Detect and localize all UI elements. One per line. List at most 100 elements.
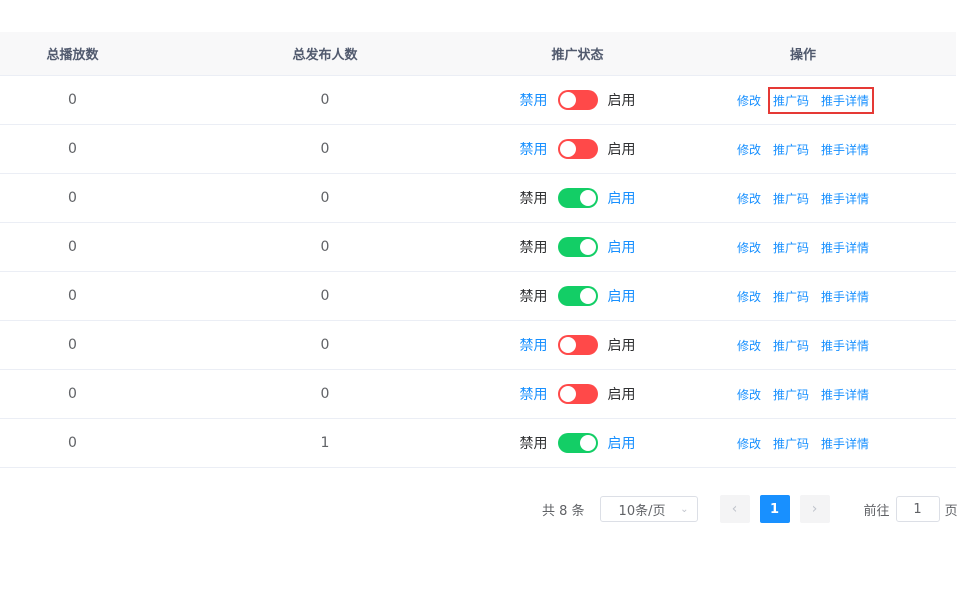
cell-actions: 修改 推广码 推手详情 (650, 222, 956, 272)
action-links: 修改 推广码 推手详情 (737, 337, 869, 354)
page-size-value: 10条/页 (618, 503, 666, 519)
status-switch[interactable] (557, 90, 598, 110)
table-row: 0 0 禁用 启用 修改 推广码 推手详情 (0, 75, 956, 125)
action-links: 修改 推广码 推手详情 (737, 141, 869, 158)
highlight-box: 推广码 推手详情 (767, 86, 875, 114)
cell-promotion-status: 禁用 启用 (505, 173, 650, 223)
page-number-button[interactable]: 1 (759, 495, 790, 523)
status-switch[interactable] (557, 335, 598, 355)
status-disable-label: 禁用 (519, 142, 548, 158)
cell-actions: 修改 推广码 推手详情 (650, 75, 956, 125)
total-count: 共 8 条 (542, 503, 585, 519)
promo-code-link[interactable]: 推广码 (773, 141, 809, 158)
next-page-button[interactable]: › (799, 495, 830, 523)
chevron-right-icon: › (811, 501, 818, 517)
edit-link[interactable]: 修改 (737, 141, 761, 158)
edit-link[interactable]: 修改 (737, 435, 761, 452)
edit-link[interactable]: 修改 (737, 386, 761, 403)
table-body: 0 0 禁用 启用 修改 推广码 推手详情 0 0 禁用 启用 修改 推广码 推手详情 0 0 禁用 启用 修改 推广… (0, 75, 956, 468)
status-switch[interactable] (557, 139, 598, 159)
cell-total-plays: 0 (0, 271, 145, 321)
promo-code-link[interactable]: 推广码 (773, 386, 809, 403)
promotion-table: 总播放数 总发布人数 推广状态 操作 0 0 禁用 启用 修改 推广码 推手详情 0 0 禁用 启用… (0, 32, 956, 468)
switch-knob (559, 141, 576, 157)
status-toggle-group: 禁用 启用 (520, 433, 636, 453)
promo-code-link[interactable]: 推广码 (773, 337, 809, 354)
promoter-detail-link[interactable]: 推手详情 (821, 386, 869, 403)
cell-total-plays: 0 (0, 124, 145, 174)
status-switch[interactable] (557, 286, 598, 306)
promo-code-link[interactable]: 推广码 (773, 190, 809, 207)
promoter-detail-link[interactable]: 推手详情 (821, 141, 869, 158)
cell-promotion-status: 禁用 启用 (505, 75, 650, 125)
prev-page-button[interactable]: ‹ (719, 495, 750, 523)
status-enable-label: 启用 (607, 191, 636, 207)
promo-code-link[interactable]: 推广码 (773, 435, 809, 452)
promoter-detail-link[interactable]: 推手详情 (821, 239, 869, 256)
cell-total-plays: 0 (0, 418, 145, 468)
cell-total-publishers: 0 (145, 320, 505, 370)
action-links: 修改 推广码 推手详情 (737, 288, 869, 305)
cell-total-publishers: 0 (145, 75, 505, 125)
edit-link[interactable]: 修改 (737, 239, 761, 256)
promo-code-link[interactable]: 推广码 (773, 239, 809, 256)
table-row: 0 0 禁用 启用 修改 推广码 推手详情 (0, 173, 956, 223)
status-disable-label: 禁用 (519, 338, 548, 354)
status-enable-label: 启用 (607, 289, 636, 305)
cell-promotion-status: 禁用 启用 (505, 271, 650, 321)
table-row: 0 0 禁用 启用 修改 推广码 推手详情 (0, 124, 956, 174)
cell-actions: 修改 推广码 推手详情 (650, 271, 956, 321)
table-row: 0 0 禁用 启用 修改 推广码 推手详情 (0, 320, 956, 370)
switch-knob (579, 190, 596, 206)
status-disable-label: 禁用 (519, 436, 548, 452)
switch-knob (579, 435, 596, 451)
status-disable-label: 禁用 (519, 289, 548, 305)
switch-knob (559, 386, 576, 402)
status-toggle-group: 禁用 启用 (520, 188, 636, 208)
status-toggle-group: 禁用 启用 (520, 335, 636, 355)
page: 总播放数 总发布人数 推广状态 操作 0 0 禁用 启用 修改 推广码 推手详情 0 0 禁用 启用… (0, 0, 974, 590)
promoter-detail-link[interactable]: 推手详情 (821, 435, 869, 452)
promo-code-link[interactable]: 推广码 (773, 288, 809, 305)
edit-link[interactable]: 修改 (737, 288, 761, 305)
cell-promotion-status: 禁用 启用 (505, 222, 650, 272)
promoter-detail-link[interactable]: 推手详情 (821, 288, 869, 305)
status-toggle-group: 禁用 启用 (520, 286, 636, 306)
switch-knob (559, 92, 576, 108)
edit-link[interactable]: 修改 (737, 337, 761, 354)
cell-total-publishers: 0 (145, 173, 505, 223)
cell-promotion-status: 禁用 启用 (505, 320, 650, 370)
action-links: 修改 推广码 推手详情 (737, 386, 869, 403)
page-unit-label: 页 (944, 503, 958, 519)
edit-link[interactable]: 修改 (737, 190, 761, 207)
edit-link[interactable]: 修改 (737, 92, 761, 109)
promoter-detail-link[interactable]: 推手详情 (821, 337, 869, 354)
switch-knob (579, 239, 596, 255)
pagination: 共 8 条 10条/页 ⌄ ‹ 1 › 前往 页 (542, 495, 958, 523)
status-switch[interactable] (557, 237, 598, 257)
status-toggle-group: 禁用 启用 (520, 139, 636, 159)
cell-total-publishers: 0 (145, 271, 505, 321)
status-switch[interactable] (557, 384, 598, 404)
table-header-row: 总播放数 总发布人数 推广状态 操作 (0, 32, 956, 76)
header-total-plays: 总播放数 (0, 32, 145, 76)
cell-actions: 修改 推广码 推手详情 (650, 418, 956, 468)
cell-total-publishers: 0 (145, 124, 505, 174)
promo-code-link[interactable]: 推广码 (773, 92, 809, 109)
cell-total-publishers: 0 (145, 369, 505, 419)
promoter-detail-link[interactable]: 推手详情 (821, 190, 869, 207)
cell-total-plays: 0 (0, 173, 145, 223)
status-toggle-group: 禁用 启用 (520, 237, 636, 257)
jump-page-input[interactable] (895, 496, 940, 522)
chevron-left-icon: ‹ (731, 501, 738, 517)
status-enable-label: 启用 (607, 338, 636, 354)
cell-total-publishers: 1 (145, 418, 505, 468)
page-size-select[interactable]: 10条/页 ⌄ (599, 496, 698, 522)
status-switch[interactable] (557, 188, 598, 208)
status-enable-label: 启用 (607, 387, 636, 403)
status-enable-label: 启用 (607, 142, 636, 158)
promoter-detail-link[interactable]: 推手详情 (821, 92, 869, 109)
status-switch[interactable] (557, 433, 598, 453)
header-promotion-status: 推广状态 (505, 32, 650, 76)
switch-knob (559, 337, 576, 353)
